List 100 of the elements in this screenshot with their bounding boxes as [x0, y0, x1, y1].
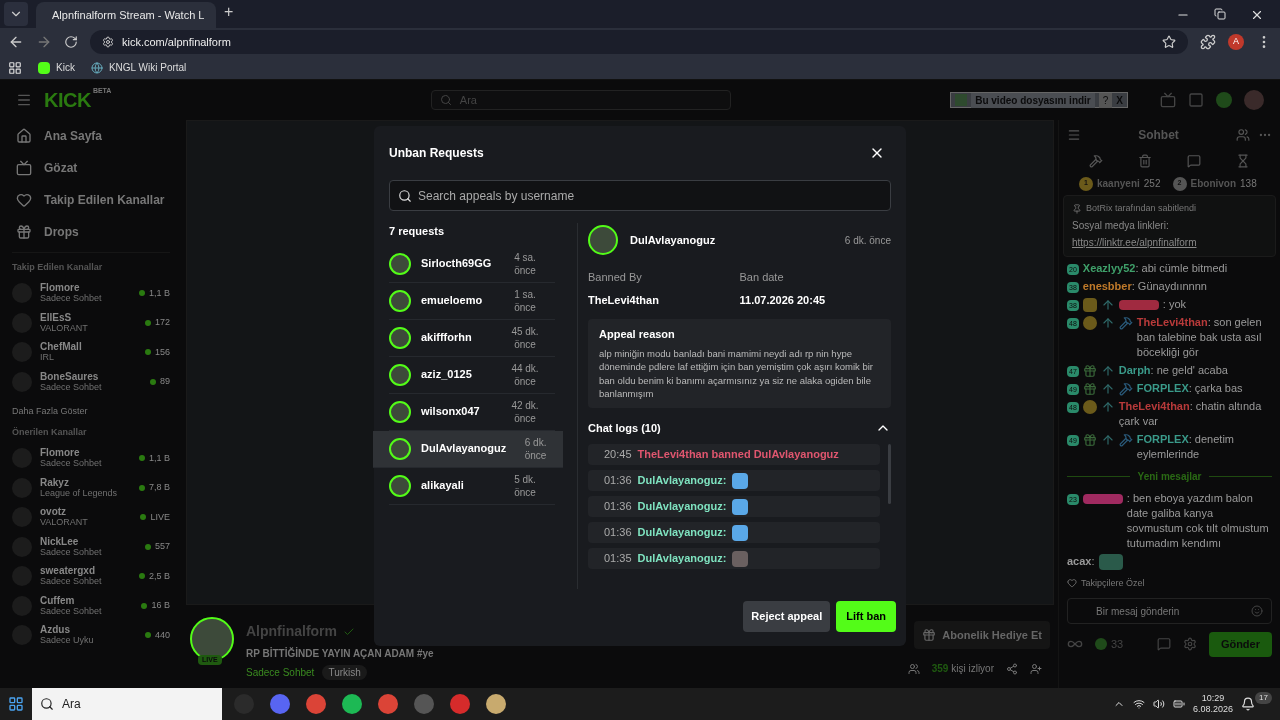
scrollbar[interactable] [888, 444, 891, 504]
pinned-by-label: BotRix tarafından sabitlendi [1086, 202, 1197, 215]
taskbar-app-icon[interactable] [342, 694, 362, 714]
viewer-count: 359 kişi izliyor [931, 662, 994, 676]
users-icon[interactable] [1236, 128, 1250, 142]
section-title: Takip Edilen Kanallar [12, 261, 104, 274]
avatar [588, 225, 618, 255]
avatar [389, 289, 411, 312]
request-item[interactable]: akiffforhn 45 dk. önce [389, 319, 555, 357]
request-count: 7 requests [389, 224, 446, 239]
address-bar[interactable]: kick.com/alpnfinalform [90, 30, 1188, 54]
chat-message: acax: [1067, 553, 1095, 569]
section-title: Chat logs (10) [588, 420, 661, 436]
back-icon[interactable] [8, 34, 24, 50]
kick-favicon-icon [38, 61, 50, 74]
clock[interactable]: 10:29 6.08.2026 [1193, 693, 1234, 715]
apps-icon[interactable] [8, 60, 22, 75]
reload-icon[interactable] [64, 35, 78, 49]
message-input[interactable]: Bir mesaj gönderin [1067, 598, 1272, 624]
tag-chip[interactable]: Turkish [322, 665, 367, 680]
hammer-badge-icon [1118, 315, 1133, 330]
wifi-icon[interactable] [1133, 698, 1146, 710]
hourglass-icon[interactable] [1236, 154, 1251, 168]
category-link[interactable]: Sadece Sohbet [246, 665, 315, 680]
gift-badge-icon [1082, 381, 1097, 396]
gift-badge-icon [1082, 363, 1097, 378]
chat-message: enesbber: Günaydıınnnn [1082, 278, 1208, 294]
nav-link[interactable]: Takip Edilen Kanallar [12, 184, 170, 216]
taskbar-search[interactable]: Ara [32, 688, 222, 720]
link[interactable]: https://linktr.ee/alpnfinalform [1072, 234, 1267, 250]
notification-icon[interactable] [1241, 697, 1256, 711]
chat-message: : yok [1162, 296, 1188, 312]
taskbar-app-icon[interactable] [306, 694, 326, 714]
nav-link[interactable]: Ana Sayfa [12, 120, 170, 152]
heart-icon [1067, 578, 1077, 589]
show-more-link[interactable]: Daha Fazla Göster [12, 404, 170, 418]
taskbar-app-icon[interactable] [270, 694, 290, 714]
pinned-text: Sosyal medya linkleri: [1072, 218, 1170, 233]
chat-log-row: 01:36 DulAvlayanoguz: [588, 470, 880, 491]
channel-item[interactable]: Flomore Sadece Sohbet 1,1 B [12, 278, 170, 308]
globe-icon [90, 61, 103, 74]
request-item[interactable]: alikayali 5 dk. önce [389, 467, 555, 505]
avatar [389, 474, 411, 497]
heart-icon [16, 192, 32, 208]
browser-tab[interactable]: Alpnfinalform Stream - Watch L [36, 2, 216, 28]
lift-ban-button[interactable]: Lift ban [836, 601, 896, 632]
hammer-icon[interactable] [1088, 154, 1103, 168]
restore-icon[interactable] [1214, 8, 1226, 20]
volume-icon[interactable] [1153, 698, 1166, 710]
channel-item[interactable]: EllEsS VALORANT 172 [12, 308, 170, 338]
field-label: Ban date [739, 270, 785, 285]
channel-item[interactable]: ChefMall IRL 156 [12, 337, 170, 367]
bookmark-star-icon[interactable] [1162, 35, 1176, 49]
battery-icon[interactable] [1173, 698, 1186, 710]
request-item[interactable]: wilsonx047 42 dk. önce [389, 393, 555, 431]
section-title: Önerilen Kanallar [12, 426, 88, 439]
channel-item[interactable]: Rakyz League of Legends 7,8 B [12, 473, 170, 503]
coin-badge-icon [1082, 315, 1097, 330]
viewers-icon [907, 662, 920, 675]
channel-item[interactable]: ovotz VALORANT LIVE [12, 502, 170, 532]
forward-icon[interactable] [36, 34, 52, 50]
request-item[interactable]: DulAvlayanoguz 6 dk. önce [373, 430, 563, 468]
message-icon[interactable] [1187, 154, 1202, 168]
nav-link[interactable]: Drops [12, 216, 170, 248]
channel-item[interactable]: sweatergxd Sadece Sohbet 2,5 B [12, 561, 170, 591]
tab-list-button[interactable] [4, 2, 28, 26]
delete-icon[interactable] [1137, 154, 1152, 168]
start-icon[interactable] [8, 696, 24, 712]
bookmark-link[interactable]: Kick [38, 60, 75, 75]
channel-item[interactable]: NickLee Sadece Sohbet 557 [12, 532, 170, 562]
site-settings-icon[interactable] [102, 36, 114, 48]
channel-item[interactable]: Flomore Sadece Sohbet 1,1 B [12, 443, 170, 473]
screen-icon [16, 160, 32, 176]
notification-count: 17 [1255, 692, 1272, 704]
close-icon[interactable] [1250, 8, 1264, 22]
nav-link[interactable]: Gözat [12, 152, 170, 184]
bookmark-link[interactable]: KNGL Wiki Portal [90, 60, 187, 75]
channel-item[interactable]: Azdus Sadece Uyku 440 [12, 620, 170, 650]
request-item[interactable]: aziz_0125 44 dk. önce [389, 356, 555, 394]
request-item[interactable]: emueloemo 1 sa. önce [389, 282, 555, 320]
new-tab-button[interactable]: + [224, 0, 234, 24]
share-icon[interactable] [1006, 662, 1018, 675]
k-badge-icon [1082, 297, 1097, 312]
reject-appeal-button[interactable]: Reject appeal [743, 601, 831, 632]
field-label: Banned By [588, 270, 643, 285]
gift-subscription-button[interactable]: Abonelik Hediye Et [914, 621, 1050, 649]
extensions-icon[interactable] [1200, 34, 1216, 50]
search-icon [398, 188, 412, 203]
taskbar-app-icon[interactable] [450, 694, 470, 714]
taskbar-app-icon[interactable] [486, 694, 506, 714]
points-count: 33 [1095, 636, 1124, 653]
search-icon [439, 94, 452, 106]
search-field[interactable]: Search appeals by username [389, 180, 891, 211]
request-item[interactable]: Sirlocth69GG 4 sa. önce [389, 245, 555, 283]
follow-icon[interactable] [1030, 662, 1042, 675]
channel-item[interactable]: BoneSaures Sadece Sohbet 89 [12, 367, 170, 397]
channel-item[interactable]: Cuffem Sadece Sohbet 16 B [12, 591, 170, 621]
profile-avatar[interactable]: A [1228, 34, 1244, 50]
chat-message: Xeazlyy52: abi cümle bitmedi [1082, 260, 1229, 276]
taskbar-app-icon[interactable] [378, 694, 398, 714]
